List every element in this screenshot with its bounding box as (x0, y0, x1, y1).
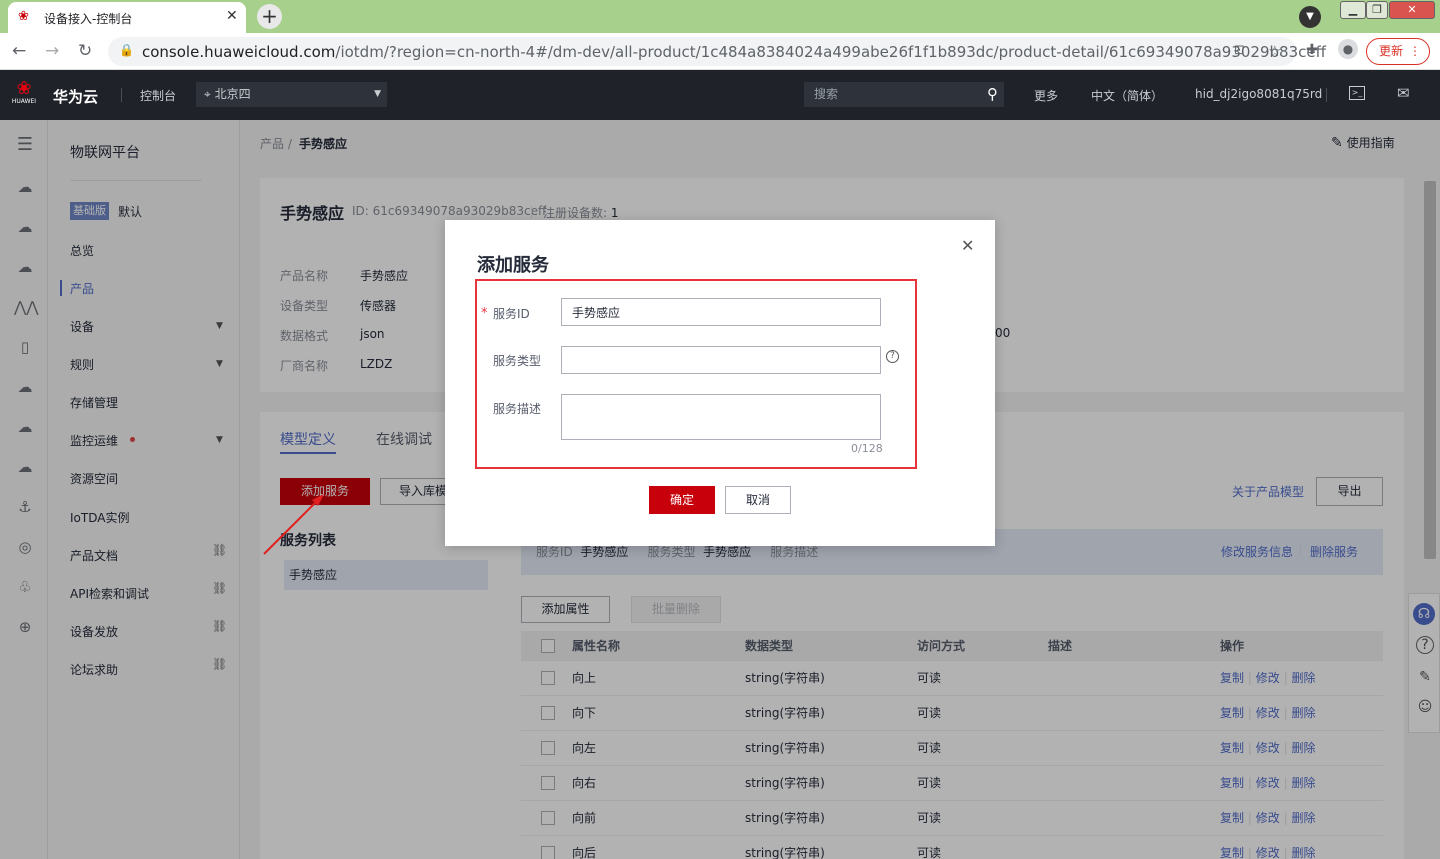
dialog-title: 添加服务 (477, 255, 549, 276)
cancel-button[interactable]: 取消 (725, 486, 791, 514)
download-icon[interactable]: ▼ (1299, 6, 1321, 28)
lock-icon[interactable]: 🔒 (119, 43, 134, 57)
location-pin-icon: ⌖ (204, 87, 211, 101)
language-link[interactable]: 中文（简体） (1091, 87, 1163, 104)
update-label: 更新 (1379, 44, 1404, 58)
url-text: console.huaweicloud.com/iotdm/?region=cn… (142, 43, 1326, 61)
extensions-icon[interactable]: ✚ (1306, 42, 1318, 58)
profile-avatar[interactable]: ● (1338, 39, 1358, 59)
annotation-arrow (263, 494, 324, 555)
forward-icon[interactable]: → (45, 41, 59, 61)
service-id-input[interactable] (561, 298, 881, 326)
menu-kebab-icon: ⋮ (1409, 44, 1421, 58)
browser-tab-title: 设备接入-控制台 (44, 12, 133, 26)
logo-text: HUAWEI (11, 98, 37, 105)
close-icon[interactable]: ✕ (961, 236, 974, 255)
user-link[interactable]: hid_dj2igo8081q75rd (1195, 87, 1322, 101)
new-tab-button[interactable]: + (257, 4, 282, 29)
close-tab-icon[interactable]: ✕ (226, 8, 238, 24)
cloud-shell-icon[interactable]: >_ (1349, 86, 1365, 100)
browser-tab-bar: ❀ 设备接入-控制台 ✕ + ▼ ▁ ❐ ✕ (0, 0, 1440, 33)
url-host: console.huaweicloud.com (142, 43, 336, 61)
search-icon[interactable]: ⚲ (987, 82, 998, 107)
url-input[interactable]: 🔒 console.huaweicloud.com/iotdm/?region=… (108, 37, 1326, 66)
region-select[interactable]: ⌖ 北京四 ▼ (196, 82, 387, 107)
back-icon[interactable]: ← (12, 41, 26, 61)
window-close-button[interactable]: ✕ (1389, 1, 1435, 19)
search-input[interactable]: 搜索 ⚲ (804, 82, 1004, 107)
bookmark-star-icon[interactable]: ☆ (1268, 42, 1281, 60)
service-type-input[interactable] (561, 346, 881, 374)
chevron-down-icon: ▼ (374, 89, 381, 99)
region-value: 北京四 (214, 87, 251, 101)
nav-divider (121, 88, 122, 102)
confirm-button[interactable]: 确定 (649, 486, 715, 514)
question-icon[interactable]: ? (886, 350, 899, 363)
service-desc-label: 服务描述 (493, 402, 542, 416)
huawei-logo[interactable]: ❀ HUAWEI (10, 80, 38, 110)
minimize-button[interactable]: ▁ (1340, 1, 1366, 19)
brand-name[interactable]: 华为云 (53, 86, 98, 107)
nav-divider (1326, 88, 1327, 102)
service-id-label: 服务ID (493, 307, 530, 321)
service-desc-textarea[interactable] (561, 394, 881, 440)
maximize-button[interactable]: ❐ (1366, 1, 1388, 19)
console-link[interactable]: 控制台 (140, 87, 176, 104)
required-mark: * (481, 306, 488, 321)
mail-icon[interactable]: ✉ (1397, 84, 1410, 102)
arrow-line (263, 497, 321, 555)
reload-icon[interactable]: ↻ (78, 41, 92, 61)
char-counter: 0/128 (851, 442, 883, 455)
browser-tab[interactable]: ❀ 设备接入-控制台 ✕ (8, 2, 246, 33)
update-button[interactable]: 更新 ⋮ (1366, 38, 1430, 65)
url-path: /iotdm/?region=cn-north-4#/dm-dev/all-pr… (335, 43, 1326, 61)
translate-icon[interactable]: ⊡ (1234, 43, 1245, 58)
search-placeholder: 搜索 (814, 87, 839, 101)
more-link[interactable]: 更多 (1034, 87, 1058, 104)
huawei-logo-icon: ❀ (18, 9, 29, 24)
browser-address-bar: ← → ↻ 🔒 console.huaweicloud.com/iotdm/?r… (0, 33, 1440, 70)
service-type-label: 服务类型 (493, 354, 542, 368)
add-service-dialog: 添加服务 ✕ * 服务ID 服务类型 ? 服务描述 0/128 确定 取消 (445, 220, 995, 546)
top-nav: ❀ HUAWEI 华为云 控制台 ⌖ 北京四 ▼ 搜索 ⚲ 更多 中文（简体） h… (0, 70, 1440, 120)
